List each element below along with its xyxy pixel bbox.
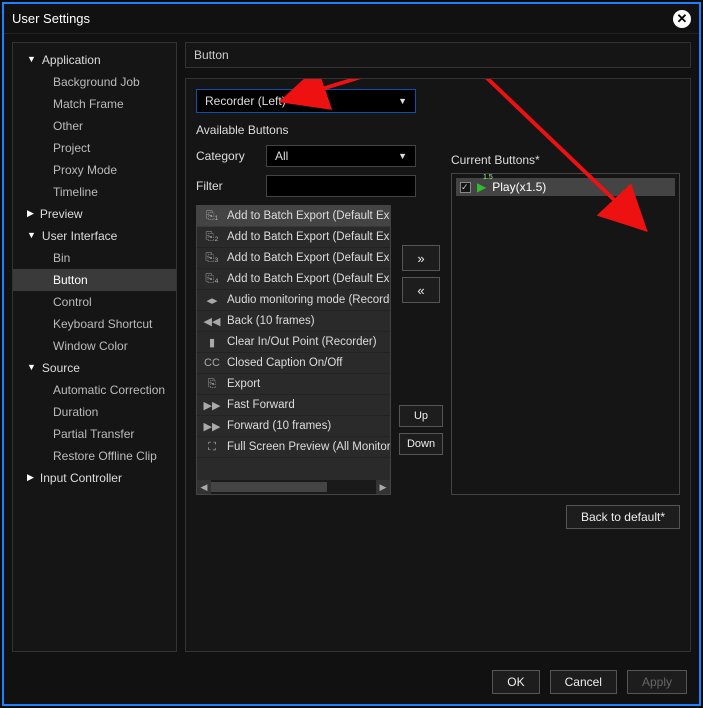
close-icon[interactable]: ✕ [673,10,691,28]
category-select[interactable]: All ▼ [266,145,416,167]
cc-icon: CC [203,356,221,370]
tree-item-proxy-mode[interactable]: Proxy Mode [13,159,176,181]
titlebar: User Settings ✕ [4,4,699,34]
tree-item-button[interactable]: Button [13,269,176,291]
tree-item-project[interactable]: Project [13,137,176,159]
category-label: Category [196,149,256,163]
back-to-default-button[interactable]: Back to default* [566,505,680,529]
breadcrumb: Button [185,42,691,68]
forward-icon: ▶▶ [203,419,221,433]
play-icon: ▶ [477,180,486,194]
tree-section-user-interface[interactable]: ▼User Interface [13,225,176,247]
tree-section-preview[interactable]: ▶Preview [13,203,176,225]
add-button[interactable]: » [402,245,440,271]
main-panel: Button Recorder (Left) ▼ Available Butto… [185,42,691,652]
category-value: All [275,149,288,163]
target-select[interactable]: Recorder (Left) ▼ [196,89,416,113]
current-item-play[interactable]: ▶ Play(x1.5) [456,178,675,196]
audio-icon: ◂▸ [203,293,221,307]
chevron-right-icon: ▶ [27,208,34,219]
scroll-right-icon[interactable]: ▶ [376,480,390,494]
tree-section-source[interactable]: ▼Source [13,357,176,379]
available-buttons-label: Available Buttons [196,123,680,137]
chevron-down-icon: ▼ [398,96,407,106]
tree-item-timeline[interactable]: Timeline [13,181,176,203]
remove-button[interactable]: « [402,277,440,303]
batch-export-icon: ⎘₁ [203,209,221,223]
tree-item-partial-transfer[interactable]: Partial Transfer [13,423,176,445]
tree-item-background-job[interactable]: Background Job [13,71,176,93]
tree-item-keyboard-shortcut[interactable]: Keyboard Shortcut [13,313,176,335]
current-item-label: Play(x1.5) [492,180,546,194]
batch-export-icon: ⎘₄ [203,272,221,286]
chevron-down-icon: ▼ [398,151,407,161]
tree-section-application[interactable]: ▼Application [13,49,176,71]
list-item[interactable]: ⎘₁Add to Batch Export (Default Exporter … [197,206,390,227]
current-buttons-list[interactable]: ▶ Play(x1.5) [451,173,680,495]
list-item[interactable]: ◀◀Back (10 frames) [197,311,390,332]
list-item[interactable]: ⎘₂Add to Batch Export (Default Exporter … [197,227,390,248]
checkbox-icon[interactable] [460,182,471,193]
window-title: User Settings [12,11,90,26]
cancel-button[interactable]: Cancel [550,670,617,694]
settings-tree[interactable]: ▼Application Background Job Match Frame … [12,42,177,652]
available-buttons-list[interactable]: ⎘₁Add to Batch Export (Default Exporter … [196,205,391,495]
list-item[interactable]: ◂▸Audio monitoring mode (Recorder) [197,290,390,311]
apply-button[interactable]: Apply [627,670,687,694]
chevron-down-icon: ▼ [27,230,36,240]
batch-export-icon: ⎘₃ [203,251,221,265]
chevron-down-icon: ▼ [27,54,36,64]
list-item[interactable]: ⎘₃Add to Batch Export (Default Exporter … [197,248,390,269]
fullscreen-icon: ⛶ [203,440,221,454]
list-item[interactable]: ▶▶Forward (10 frames) [197,416,390,437]
tree-item-restore-offline[interactable]: Restore Offline Clip [13,445,176,467]
list-item[interactable]: ⛶Full Screen Preview (All Monitors) [197,437,390,458]
list-item[interactable]: CCClosed Caption On/Off [197,353,390,374]
ok-button[interactable]: OK [492,670,539,694]
tree-item-match-frame[interactable]: Match Frame [13,93,176,115]
settings-window: User Settings ✕ ▼Application Background … [2,2,701,706]
tree-item-window-color[interactable]: Window Color [13,335,176,357]
current-buttons-label: Current Buttons* [451,153,680,167]
tree-item-duration[interactable]: Duration [13,401,176,423]
export-icon: ⎘ [203,377,221,391]
tree-item-automatic-correction[interactable]: Automatic Correction [13,379,176,401]
tree-section-input-controller[interactable]: ▶Input Controller [13,467,176,489]
move-down-button[interactable]: Down [399,433,443,455]
list-item[interactable]: ⎘₄Add to Batch Export (Default Exporter … [197,269,390,290]
list-item[interactable]: ▶▶Fast Forward [197,395,390,416]
horizontal-scrollbar[interactable]: ◀ ▶ [197,480,390,494]
clear-io-icon: ▮ [203,335,221,349]
transfer-buttons: » « Up Down [399,205,443,495]
list-item[interactable]: ▮ Clear In/Out Point (Recorder) [197,332,390,353]
scroll-thumb[interactable] [211,482,327,492]
chevron-down-icon: ▼ [27,362,36,372]
button-settings-panel: Recorder (Left) ▼ Available Buttons Cate… [185,78,691,652]
scroll-left-icon[interactable]: ◀ [197,480,211,494]
batch-export-icon: ⎘₂ [203,230,221,244]
filter-label: Filter [196,179,256,193]
tree-item-bin[interactable]: Bin [13,247,176,269]
target-select-value: Recorder (Left) [205,94,286,108]
list-item[interactable]: ⎘Export [197,374,390,395]
chevron-right-icon: ▶ [27,472,34,483]
filter-input[interactable] [266,175,416,197]
tree-item-other[interactable]: Other [13,115,176,137]
move-up-button[interactable]: Up [399,405,443,427]
tree-item-control[interactable]: Control [13,291,176,313]
fast-forward-icon: ▶▶ [203,398,221,412]
dialog-footer: OK Cancel Apply [4,660,699,704]
rewind-icon: ◀◀ [203,314,221,328]
